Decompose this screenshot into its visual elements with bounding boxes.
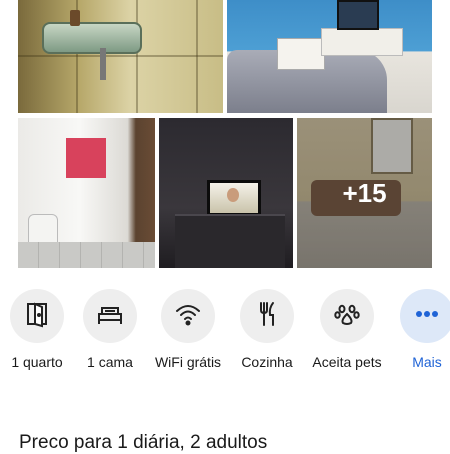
- amenity-rooms[interactable]: 1 quarto: [0, 289, 77, 370]
- photo-tv-room[interactable]: [159, 118, 293, 268]
- amenity-label: WiFi grátis: [154, 354, 222, 370]
- wifi-icon: [174, 300, 202, 333]
- more-photos-count[interactable]: +15: [297, 178, 432, 209]
- amenity-kitchen[interactable]: Cozinha: [227, 289, 307, 370]
- more-dots-icon: [413, 300, 441, 333]
- amenity-beds[interactable]: 1 cama: [70, 289, 150, 370]
- price-description: Preco para 1 diária, 2 adultos: [19, 432, 268, 453]
- photo-shower[interactable]: [18, 118, 155, 268]
- amenity-label: 1 quarto: [11, 354, 63, 370]
- amenity-wifi[interactable]: WiFi grátis: [148, 289, 228, 370]
- cutlery-icon: [253, 300, 281, 333]
- photo-bathroom-sink[interactable]: [18, 0, 223, 113]
- photo-more-photos[interactable]: +15: [297, 118, 432, 268]
- amenity-label: Mais: [412, 354, 442, 370]
- amenity-pets[interactable]: Aceita pets: [307, 289, 387, 370]
- amenity-label: 1 cama: [87, 354, 133, 370]
- photo-living-room[interactable]: [227, 0, 432, 113]
- bed-icon: [96, 300, 124, 333]
- paw-icon: [333, 300, 361, 333]
- amenity-more[interactable]: Mais: [387, 289, 450, 370]
- amenity-label: Aceita pets: [312, 354, 382, 370]
- amenity-label: Cozinha: [241, 354, 293, 370]
- door-icon: [23, 300, 51, 333]
